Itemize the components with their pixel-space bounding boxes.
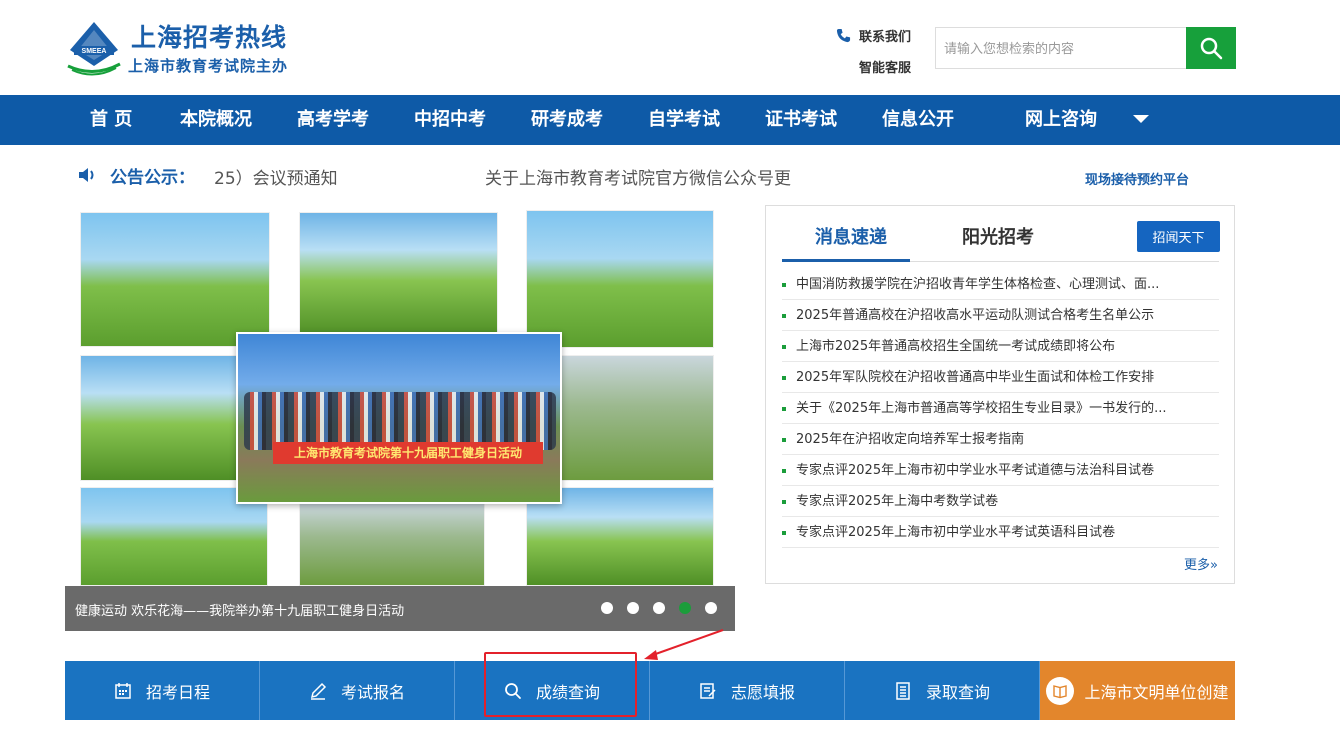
news-item[interactable]: 专家点评2025年上海市初中学业水平考试英语科目试卷 bbox=[782, 517, 1219, 548]
carousel-photo bbox=[80, 212, 270, 347]
quick-admission-query-label: 录取查询 bbox=[925, 682, 990, 702]
notice-label: 公告公示： bbox=[110, 167, 195, 188]
zhaowen-button[interactable]: 招闻天下 bbox=[1137, 221, 1220, 252]
document-icon bbox=[896, 681, 910, 700]
nav-yankao[interactable]: 研考成考 bbox=[531, 95, 603, 145]
annotation-arrow-icon bbox=[644, 629, 724, 660]
search-button[interactable] bbox=[1186, 27, 1236, 69]
book-icon bbox=[1046, 676, 1075, 705]
quick-registration-label: 考试报名 bbox=[340, 682, 405, 702]
highlight-box bbox=[484, 652, 637, 717]
quick-schedule[interactable]: 招考日程 bbox=[65, 661, 260, 720]
smart-service-link[interactable]: 智能客服 bbox=[859, 57, 911, 76]
news-item[interactable]: 专家点评2025年上海中考数学试卷 bbox=[782, 486, 1219, 517]
smeea-logo[interactable]: SMEEA bbox=[66, 20, 122, 76]
news-item[interactable]: 关于《2025年上海市普通高等学校招生专业目录》一书发行的... bbox=[782, 393, 1219, 424]
notice-bar: 公告公示： 25）会议预通知 关于上海市教育考试院官方微信公众号更 bbox=[78, 160, 791, 190]
phone-icon bbox=[836, 28, 851, 43]
carousel-caption[interactable]: 健康运动 欢乐花海——我院举办第十九届职工健身日活动 bbox=[75, 600, 404, 619]
nav-about[interactable]: 本院概况 bbox=[180, 95, 252, 145]
contact-link[interactable]: 联系我们 bbox=[836, 26, 911, 45]
quick-application[interactable]: 志愿填报 bbox=[650, 661, 845, 720]
form-icon bbox=[700, 682, 716, 699]
news-list: 中国消防救援学院在沪招收青年学生体格检查、心理测试、面... 2025年普通高校… bbox=[782, 269, 1219, 548]
carousel-caption-bar: 健康运动 欢乐花海——我院举办第十九届职工健身日活动 bbox=[65, 586, 735, 631]
nav-home[interactable]: 首 页 bbox=[90, 95, 132, 145]
carousel-photo bbox=[80, 355, 240, 481]
header: SMEEA 上海招考热线 上海市教育考试院主办 联系我们 智能客服 bbox=[0, 0, 1340, 95]
news-item[interactable]: 上海市2025年普通高校招生全国统一考试成绩即将公布 bbox=[782, 331, 1219, 362]
news-panel: 消息速递 阳光招考 招闻天下 中国消防救援学院在沪招收青年学生体格检查、心理测试… bbox=[765, 205, 1235, 584]
nav-info[interactable]: 信息公开 bbox=[882, 95, 954, 145]
carousel-dot[interactable] bbox=[627, 602, 639, 614]
news-item[interactable]: 2025年军队院校在沪招收普通高中毕业生面试和体检工作安排 bbox=[782, 362, 1219, 393]
carousel-dot[interactable] bbox=[601, 602, 613, 614]
carousel-dot[interactable] bbox=[653, 602, 665, 614]
pen-icon bbox=[310, 682, 327, 700]
tab-news[interactable]: 消息速递 bbox=[815, 223, 887, 249]
carousel-dot-active[interactable] bbox=[679, 602, 691, 614]
nav-zixue[interactable]: 自学考试 bbox=[648, 95, 720, 145]
carousel-photo bbox=[560, 355, 714, 481]
nav-dropdown-icon[interactable] bbox=[1133, 115, 1149, 123]
quick-registration[interactable]: 考试报名 bbox=[260, 661, 455, 720]
quick-application-label: 志愿填报 bbox=[730, 682, 795, 702]
photo-banner-text: 上海市教育考试院第十九届职工健身日活动 bbox=[273, 442, 543, 464]
carousel-photo bbox=[299, 212, 498, 337]
more-link[interactable]: 更多» bbox=[1184, 554, 1218, 573]
appointment-link[interactable]: 现场接待预约平台 bbox=[1085, 169, 1189, 188]
search-icon bbox=[1200, 37, 1223, 60]
news-item[interactable]: 专家点评2025年上海市初中学业水平考试道德与法治科目试卷 bbox=[782, 455, 1219, 486]
main-nav: 首 页 本院概况 高考学考 中招中考 研考成考 自学考试 证书考试 信息公开 网… bbox=[0, 95, 1340, 145]
contact-label: 联系我们 bbox=[859, 30, 912, 45]
news-item[interactable]: 2025年普通高校在沪招收高水平运动队测试合格考生名单公示 bbox=[782, 300, 1219, 331]
speaker-icon bbox=[79, 168, 94, 182]
calendar-icon bbox=[115, 682, 131, 699]
carousel-photo bbox=[299, 503, 485, 586]
notice-item[interactable]: 25）会议预通知 bbox=[214, 164, 338, 189]
news-item[interactable]: 中国消防救援学院在沪招收青年学生体格检查、心理测试、面... bbox=[782, 269, 1219, 300]
tab-sunshine[interactable]: 阳光招考 bbox=[962, 223, 1034, 249]
nav-gaokao[interactable]: 高考学考 bbox=[297, 95, 369, 145]
news-item[interactable]: 2025年在沪招收定向培养军士报考指南 bbox=[782, 424, 1219, 455]
carousel-dot[interactable] bbox=[705, 602, 717, 614]
quick-admission-query[interactable]: 录取查询 bbox=[845, 661, 1040, 720]
notice-item[interactable]: 关于上海市教育考试院官方微信公众号更 bbox=[485, 164, 801, 189]
carousel-main-photo: 上海市教育考试院第十九届职工健身日活动 bbox=[236, 332, 562, 504]
quick-civilization-label: 上海市文明单位创建 bbox=[1084, 682, 1229, 702]
nav-zhongkao[interactable]: 中招中考 bbox=[414, 95, 486, 145]
carousel-photo bbox=[526, 210, 714, 348]
quick-schedule-label: 招考日程 bbox=[145, 682, 210, 702]
quick-civilization[interactable]: 上海市文明单位创建 bbox=[1040, 661, 1235, 720]
site-subtitle: 上海市教育考试院主办 bbox=[128, 57, 289, 75]
logo-text: SMEEA bbox=[82, 48, 107, 55]
search-input[interactable] bbox=[935, 27, 1187, 69]
nav-consult[interactable]: 网上咨询 bbox=[1025, 95, 1097, 145]
tab-active-indicator bbox=[782, 259, 910, 262]
nav-certificate[interactable]: 证书考试 bbox=[765, 95, 837, 145]
quick-link-bar: 招考日程 考试报名 成绩查询 志愿填报 录取查询 上海市文明单位创建 bbox=[65, 661, 1235, 720]
site-title[interactable]: 上海招考热线 bbox=[131, 18, 287, 54]
photo-carousel[interactable]: 上海市教育考试院第十九届职工健身日活动 健康运动 欢乐花海——我院举办第十九届职… bbox=[65, 205, 735, 631]
